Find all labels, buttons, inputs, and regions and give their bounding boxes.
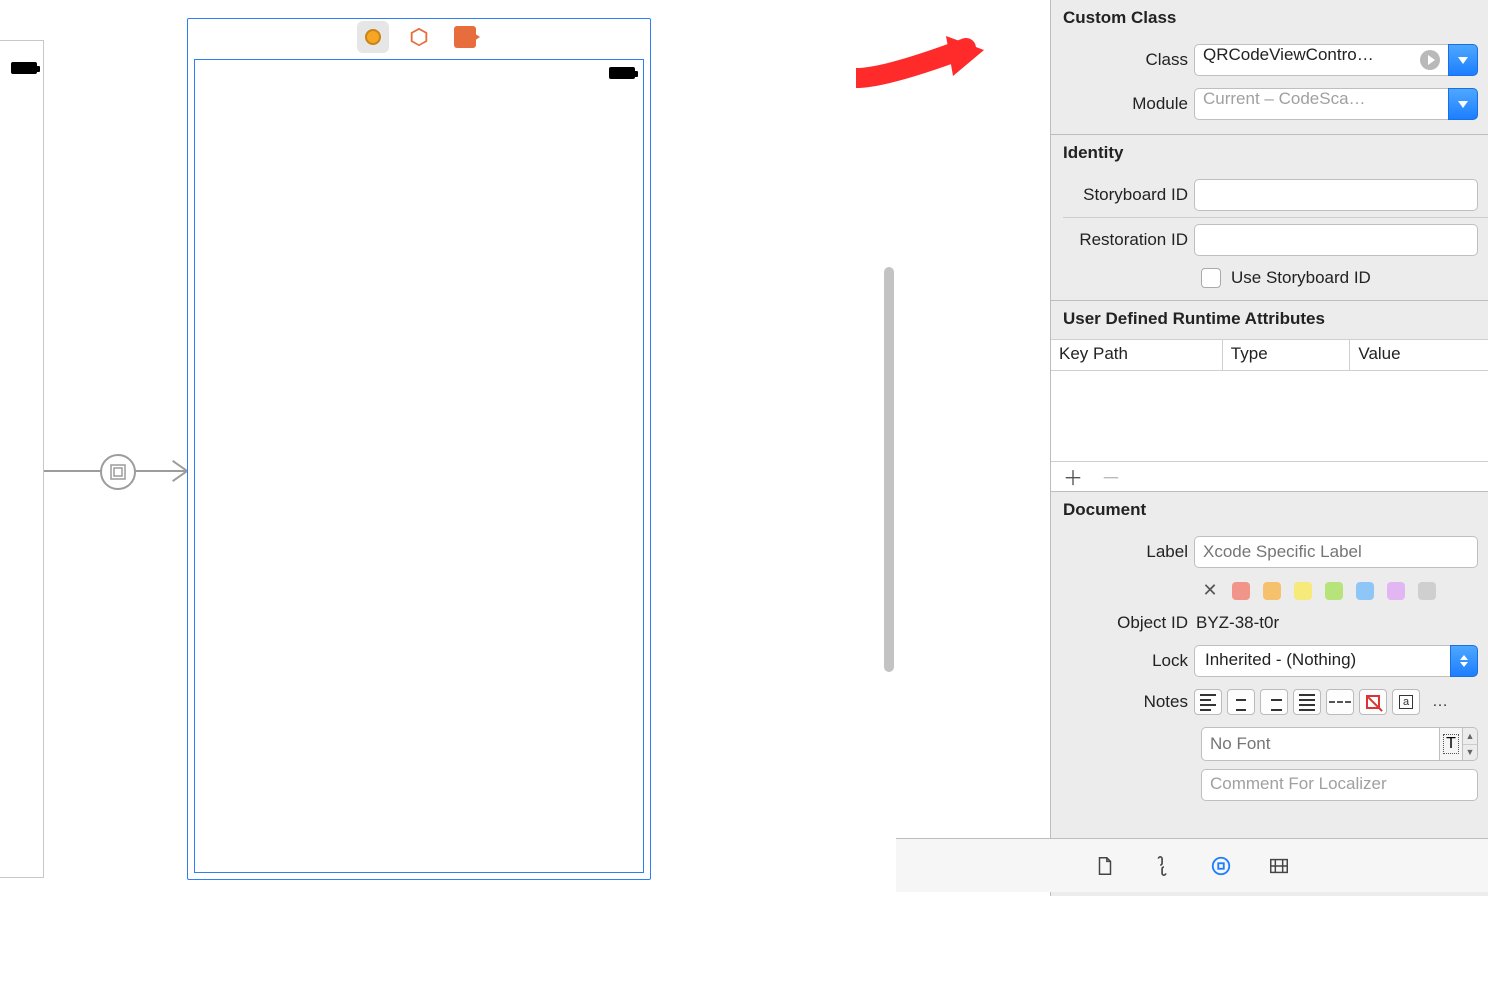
identity-inspector: Custom Class Class QRCodeViewContro… Mod… <box>1050 0 1488 896</box>
section-title: Identity <box>1051 135 1488 173</box>
restoration-id-input[interactable] <box>1194 224 1478 256</box>
inspector-tab-bar <box>896 838 1488 892</box>
storyboard-id-input[interactable] <box>1194 179 1478 211</box>
runtime-table-header: Key Path Type Value <box>1051 339 1488 371</box>
add-attribute-button[interactable]: ＋ <box>1063 462 1083 491</box>
segue-arrow[interactable] <box>44 454 187 488</box>
quick-help-tab-icon[interactable] <box>1151 854 1175 878</box>
font-picker-icon[interactable]: T <box>1440 727 1463 761</box>
scene-dock <box>357 21 481 53</box>
lock-select[interactable]: Inherited - (Nothing) <box>1194 645 1450 677</box>
identity-inspector-tab-icon[interactable] <box>1209 854 1233 878</box>
color-swatch-red[interactable] <box>1232 582 1250 600</box>
color-swatch-row: ✕ <box>1051 574 1488 607</box>
font-stepper[interactable]: ▲▼ <box>1463 727 1478 761</box>
notes-label: Notes <box>1051 692 1194 712</box>
jump-to-class-icon[interactable] <box>1420 50 1440 70</box>
section-identity: Identity Storyboard ID Restoration ID Us… <box>1051 135 1488 301</box>
color-swatch-green[interactable] <box>1325 582 1343 600</box>
storyboard-canvas[interactable] <box>0 0 1050 896</box>
align-left-icon[interactable] <box>1194 689 1222 715</box>
module-dropdown-icon[interactable] <box>1448 88 1478 120</box>
class-combobox[interactable]: QRCodeViewContro… <box>1194 44 1448 76</box>
attributes-inspector-tab-icon[interactable] <box>1267 854 1291 878</box>
doc-label-input[interactable] <box>1194 536 1478 568</box>
lock-select-arrows-icon[interactable] <box>1450 645 1478 677</box>
class-label: Class <box>1051 50 1194 70</box>
section-title: Custom Class <box>1051 0 1488 38</box>
color-swatch-gray[interactable] <box>1418 582 1436 600</box>
section-document: Document Label ✕ Object ID BYZ-38-t0r L <box>1051 492 1488 801</box>
battery-icon <box>11 62 37 74</box>
exit-icon[interactable] <box>449 21 481 53</box>
font-input[interactable] <box>1201 727 1440 761</box>
scene-previous[interactable] <box>0 40 44 878</box>
file-inspector-tab-icon[interactable] <box>1093 854 1117 878</box>
color-swatch-purple[interactable] <box>1387 582 1405 600</box>
color-swatch-orange[interactable] <box>1263 582 1281 600</box>
localizer-comment-input[interactable]: Comment For Localizer <box>1201 769 1478 801</box>
notes-more-button[interactable]: … <box>1425 689 1453 715</box>
doc-label-label: Label <box>1051 542 1194 562</box>
notes-none-icon[interactable] <box>1359 689 1387 715</box>
use-storyboard-id-label: Use Storyboard ID <box>1231 268 1371 288</box>
lock-label: Lock <box>1051 651 1194 671</box>
object-id-label: Object ID <box>1051 613 1194 633</box>
align-justify-icon[interactable] <box>1293 689 1321 715</box>
storyboard-id-label: Storyboard ID <box>1051 185 1194 205</box>
scrollbar[interactable] <box>884 0 898 896</box>
segue-kind-icon <box>100 454 136 490</box>
module-combobox[interactable]: Current – CodeSca… <box>1194 88 1448 120</box>
col-type[interactable]: Type <box>1223 340 1351 370</box>
color-swatch-yellow[interactable] <box>1294 582 1312 600</box>
align-right-icon[interactable] <box>1260 689 1288 715</box>
section-custom-class: Custom Class Class QRCodeViewContro… Mod… <box>1051 0 1488 135</box>
module-label: Module <box>1051 94 1194 114</box>
section-title: Document <box>1051 492 1488 530</box>
restoration-id-label: Restoration ID <box>1051 230 1194 250</box>
section-title: User Defined Runtime Attributes <box>1051 301 1488 339</box>
annotation-arrow <box>856 28 986 88</box>
remove-attribute-button[interactable]: － <box>1101 462 1121 491</box>
section-runtime-attributes: User Defined Runtime Attributes Key Path… <box>1051 301 1488 492</box>
runtime-table-body[interactable] <box>1051 371 1488 461</box>
notes-text-icon[interactable]: a <box>1392 689 1420 715</box>
scene-selected[interactable] <box>187 18 651 880</box>
battery-icon <box>609 67 635 79</box>
col-keypath[interactable]: Key Path <box>1051 340 1223 370</box>
color-clear-icon[interactable]: ✕ <box>1201 580 1219 601</box>
use-storyboard-id-checkbox[interactable] <box>1201 268 1221 288</box>
color-swatch-blue[interactable] <box>1356 582 1374 600</box>
class-dropdown-icon[interactable] <box>1448 44 1478 76</box>
object-id-value: BYZ-38-t0r <box>1194 613 1279 633</box>
first-responder-icon[interactable] <box>403 21 435 53</box>
viewcontroller-icon[interactable] <box>357 21 389 53</box>
root-view[interactable] <box>194 59 644 873</box>
notes-separator-icon[interactable] <box>1326 689 1354 715</box>
col-value[interactable]: Value <box>1350 340 1488 370</box>
align-center-icon[interactable] <box>1227 689 1255 715</box>
